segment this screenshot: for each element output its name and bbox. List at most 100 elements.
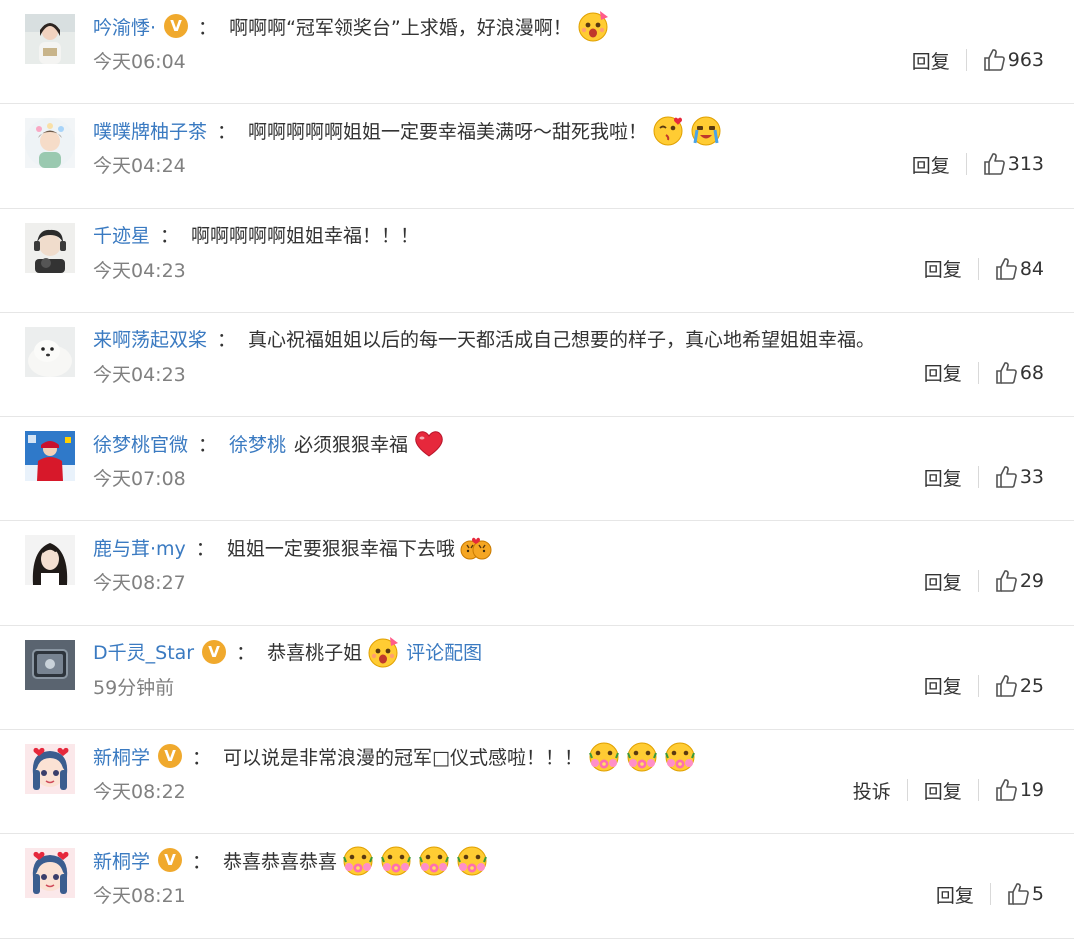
divider — [977, 779, 979, 802]
reply-button[interactable]: 回复 — [936, 881, 974, 908]
comment-content: 噗噗牌柚子茶 ： 啊啊啊啊啊姐姐一定要幸福美满呀～甜死我啦！ — [93, 113, 723, 147]
reply-button[interactable]: 回复 — [924, 255, 962, 282]
comment-content: 徐梦桃官微 ： 徐梦桃 必须狠狠幸福 — [93, 426, 446, 460]
comment-time: 今天04:23 — [93, 363, 186, 386]
report-button[interactable]: 投诉 — [853, 777, 891, 804]
comment-text: 恭喜桃子姐 — [267, 642, 363, 665]
username-link[interactable]: D千灵_Star — [93, 638, 194, 665]
comment-item: 千迹星 ： 啊啊啊啊啊姐姐幸福！！！ 今天04:23 回复 84 — [0, 209, 1074, 313]
comment-text: 啊啊啊啊啊姐姐一定要幸福美满呀～甜死我啦！ — [248, 120, 648, 143]
like-button[interactable]: 68 — [995, 361, 1044, 385]
comment-image-link[interactable]: 评论配图 — [406, 638, 482, 665]
username-link[interactable]: 鹿与茸·my — [93, 534, 186, 561]
like-button[interactable]: 313 — [983, 152, 1044, 176]
username-link[interactable]: 噗噗牌柚子茶 — [93, 117, 207, 144]
username-link[interactable]: 新桐学 — [93, 743, 150, 770]
red-heart-icon — [412, 426, 446, 460]
avatar-girl-flowers[interactable] — [25, 118, 75, 169]
comment-time: 今天08:21 — [93, 885, 186, 908]
mention-link[interactable]: 徐梦桃 — [229, 430, 286, 457]
comment-content: 吟渝悸· V ： 啊啊啊“冠军领奖台”上求婚，好浪漫啊！ — [93, 9, 610, 43]
comment-content: 新桐学 V ： 恭喜恭喜恭喜 — [93, 843, 489, 877]
like-button[interactable]: 19 — [995, 778, 1044, 802]
like-count: 313 — [1007, 153, 1044, 176]
like-button[interactable]: 29 — [995, 569, 1044, 593]
comment-item: 新桐学 V ： 可以说是非常浪漫的冠军□仪式感啦！！！ 今天08:22 投诉 回… — [0, 730, 1074, 835]
avatar-skier-red[interactable] — [25, 431, 75, 482]
crying-happy-face-icon — [689, 113, 723, 147]
divider — [965, 153, 967, 176]
colon-separator: ： — [192, 746, 212, 769]
comment-content: D千灵_Star V ： 恭喜桃子姐 评论配图 — [93, 635, 482, 669]
comment-actions: 投诉 回复 19 — [853, 775, 1044, 805]
reply-button[interactable]: 回复 — [912, 151, 950, 178]
like-count: 68 — [1019, 361, 1044, 384]
like-button[interactable]: 25 — [995, 674, 1044, 698]
like-count: 29 — [1019, 570, 1044, 593]
like-count: 84 — [1019, 257, 1044, 280]
comment-time: 今天08:22 — [93, 781, 186, 804]
username-link[interactable]: 新桐学 — [93, 847, 150, 874]
avatar-woman-reading[interactable] — [25, 14, 75, 64]
emoji-group — [647, 113, 723, 147]
colon-separator: ： — [198, 433, 218, 456]
comment-content: 千迹星 ： 啊啊啊啊啊姐姐幸福！！！ — [93, 218, 419, 252]
divider — [977, 257, 979, 280]
flower-face-icon — [625, 739, 659, 773]
reply-button[interactable]: 回复 — [924, 359, 962, 386]
reply-button[interactable]: 回复 — [924, 777, 962, 804]
comment-text: 姐姐一定要狠狠幸福下去哦 — [226, 537, 455, 560]
reply-button[interactable]: 回复 — [924, 464, 962, 491]
emoji-group — [583, 739, 697, 773]
like-button[interactable]: 84 — [995, 257, 1044, 281]
avatar-woman-portrait[interactable] — [25, 535, 75, 586]
divider — [965, 49, 967, 71]
divider — [977, 570, 979, 593]
thumbs-up-icon — [996, 257, 1017, 280]
divider — [989, 883, 991, 906]
comment-time: 今天04:24 — [93, 155, 186, 178]
comment-actions: 回复 84 — [924, 254, 1044, 284]
avatar-seal-pup[interactable] — [25, 326, 75, 377]
thumbs-up-icon — [996, 674, 1017, 697]
reply-button[interactable]: 回复 — [924, 568, 962, 595]
emoji-group — [408, 426, 446, 460]
comment-time: 今天04:23 — [93, 259, 186, 282]
avatar-anime-girl[interactable] — [25, 744, 75, 795]
comment-time: 今天08:27 — [93, 572, 186, 595]
like-button[interactable]: 33 — [995, 465, 1044, 489]
couple-tigers-icon — [459, 530, 493, 564]
comment-actions: 回复 5 — [936, 879, 1044, 909]
flower-face-icon — [663, 739, 697, 773]
colon-separator: ： — [160, 225, 180, 248]
like-button[interactable]: 963 — [983, 48, 1044, 72]
comment-item: 来啊荡起双桨 ： 真心祝福姐姐以后的每一天都活成自己想要的样子，真心地希望姐姐幸… — [0, 313, 1074, 418]
comment-item: 鹿与茸·my ： 姐姐一定要狠狠幸福下去哦 今天08:27 回复 29 — [0, 521, 1074, 626]
reply-button[interactable]: 回复 — [924, 672, 962, 699]
username-link[interactable]: 千迹星 — [93, 221, 150, 248]
reply-button[interactable]: 回复 — [912, 47, 950, 74]
comment-time: 今天06:04 — [93, 51, 186, 73]
comment-actions: 回复 33 — [924, 462, 1044, 492]
username-link[interactable]: 来啊荡起双桨 — [93, 325, 207, 352]
avatar-tv-screen[interactable] — [25, 639, 75, 690]
thumbs-up-icon — [996, 361, 1017, 384]
comment-item: 吟渝悸· V ： 啊啊啊“冠军领奖台”上求婚，好浪漫啊！ 今天06:04 回复 … — [0, 0, 1074, 105]
thumbs-up-icon — [996, 779, 1017, 801]
comment-time: 59分钟前 — [93, 676, 175, 699]
like-button[interactable]: 5 — [1007, 882, 1044, 906]
thumbs-up-icon — [996, 466, 1017, 488]
flower-face-icon — [341, 843, 375, 877]
comment-actions: 回复 25 — [924, 671, 1044, 701]
colon-separator: ： — [192, 850, 212, 873]
avatar-boy-headphones[interactable] — [25, 222, 75, 273]
colon-separator: ： — [217, 120, 237, 143]
comment-content: 鹿与茸·my ： 姐姐一定要狠狠幸福下去哦 — [93, 530, 493, 564]
kiss-face-icon — [651, 113, 685, 147]
username-link[interactable]: 徐梦桃官微 — [93, 430, 188, 457]
like-count: 19 — [1019, 779, 1044, 802]
comment-text: 可以说是非常浪漫的冠军□仪式感啦！！！ — [223, 746, 583, 769]
avatar-anime-girl[interactable] — [25, 848, 75, 899]
username-link[interactable]: 吟渝悸· — [93, 13, 156, 40]
emoji-group — [455, 530, 493, 564]
